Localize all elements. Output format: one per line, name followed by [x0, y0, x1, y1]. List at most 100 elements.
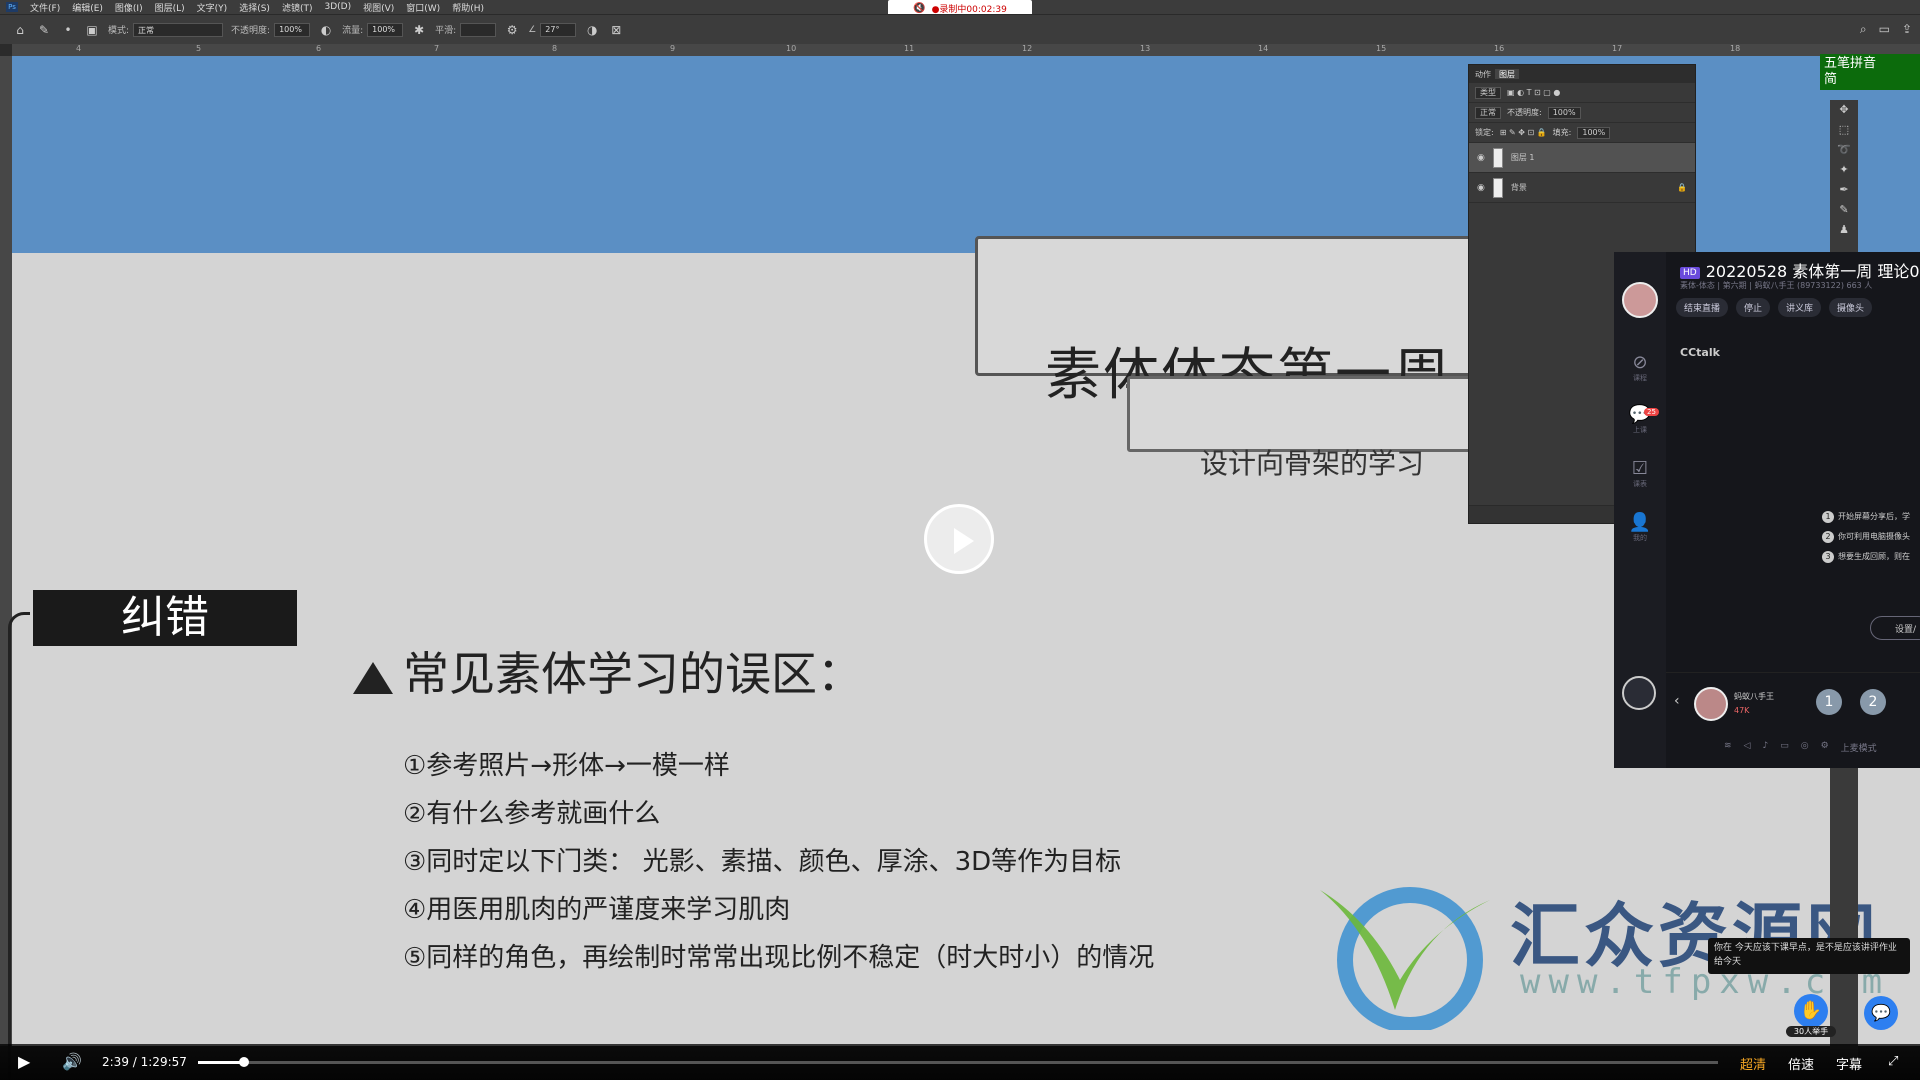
mic-mode-label[interactable]: 上麦模式: [1841, 741, 1877, 754]
fill-label: 填充:: [1552, 128, 1572, 137]
eye-icon[interactable]: ◉: [1477, 153, 1485, 163]
fill-input[interactable]: 100%: [1577, 126, 1611, 139]
share-icon[interactable]: ⇪: [1902, 22, 1912, 37]
brush-tool-icon[interactable]: ✎: [1830, 200, 1858, 220]
progress-bar[interactable]: [198, 1057, 1718, 1067]
menu-help[interactable]: 帮助(H): [446, 1, 490, 14]
play-overlay-button[interactable]: [924, 504, 994, 574]
menu-filter[interactable]: 滤镜(T): [276, 1, 319, 14]
camera-button[interactable]: 摄像头: [1829, 298, 1873, 317]
fullscreen-icon[interactable]: ⤢: [1888, 1054, 1898, 1069]
raise-hand-button[interactable]: ✋ 30人举手: [1786, 994, 1836, 1037]
opacity-input[interactable]: 100%: [274, 22, 311, 37]
menu-file[interactable]: 文件(F): [24, 1, 66, 14]
mode-label: 模式:: [108, 26, 130, 36]
sidebar-item-schedule[interactable]: ☑ 课表: [1624, 458, 1656, 492]
layer-row[interactable]: ◉ 背景 🔒: [1469, 173, 1695, 203]
tab-layers[interactable]: 图层: [1495, 69, 1519, 79]
lock-icons[interactable]: ⊞ ✎ ✥ ⊡ 🔒: [1500, 128, 1547, 137]
stop-button[interactable]: 停止: [1736, 298, 1771, 317]
subtitles-button[interactable]: 字幕: [1836, 1054, 1862, 1073]
handouts-button[interactable]: 讲义库: [1778, 298, 1822, 317]
speaker-icon[interactable]: ◁: [1744, 741, 1751, 754]
airbrush-icon[interactable]: ✱: [411, 22, 427, 38]
search-icon[interactable]: ⌕: [1860, 22, 1867, 37]
ime-indicator[interactable]: 五笔拼音 简: [1820, 54, 1920, 90]
end-live-button[interactable]: 结束直播: [1676, 298, 1729, 317]
marquee-tool-icon[interactable]: ⬚: [1830, 120, 1858, 140]
chat-bubble-icon[interactable]: 💬: [1864, 996, 1898, 1030]
stamp-tool-icon[interactable]: ♟: [1830, 220, 1858, 240]
menu-type[interactable]: 文字(Y): [191, 1, 234, 14]
smoothing-input[interactable]: [460, 22, 497, 37]
blend-mode-select[interactable]: 正常: [1475, 106, 1501, 119]
eye-icon[interactable]: ◉: [1477, 183, 1485, 193]
seat-2-button[interactable]: 2: [1860, 689, 1886, 715]
sidebar-label: 上课: [1633, 426, 1647, 434]
gear-icon[interactable]: ⚙: [504, 22, 520, 38]
lasso-tool-icon[interactable]: ➰: [1830, 140, 1858, 160]
wifi-icon[interactable]: ≋: [1724, 741, 1732, 754]
blend-row: 正常 不透明度: 100%: [1469, 103, 1695, 123]
settings-button[interactable]: 设置/: [1870, 616, 1920, 640]
layer-opacity-input[interactable]: 100%: [1547, 106, 1581, 119]
play-icon[interactable]: ▶: [18, 1052, 30, 1071]
brush-settings-icon[interactable]: ▣: [84, 22, 100, 38]
ruler-mark: 4: [76, 44, 82, 53]
menu-3d[interactable]: 3D(D): [318, 2, 357, 12]
avatar[interactable]: [1622, 282, 1658, 318]
triangle-icon: [353, 661, 393, 694]
menu-image[interactable]: 图像(I): [109, 1, 149, 14]
brush-preset-icon[interactable]: •: [60, 22, 76, 38]
magic-wand-icon[interactable]: ✦: [1830, 160, 1858, 180]
avatar[interactable]: [1694, 687, 1728, 721]
cctalk-label: CCtalk: [1680, 346, 1720, 359]
flow-input[interactable]: 100%: [367, 22, 404, 37]
symmetry-icon[interactable]: ⊠: [608, 22, 624, 38]
menu-view[interactable]: 视图(V): [357, 1, 400, 14]
layer-row[interactable]: ◉ 图层 1: [1469, 143, 1695, 173]
workspace-icon[interactable]: ▭: [1879, 22, 1890, 37]
ruler-mark: 18: [1730, 44, 1741, 53]
speed-button[interactable]: 倍速: [1788, 1054, 1814, 1073]
ruler-mark: 9: [670, 44, 676, 53]
sidebar-item-course[interactable]: ⊘ 课程: [1624, 352, 1656, 386]
raise-hand-label: 30人举手: [1786, 1026, 1836, 1037]
tab-actions[interactable]: 动作: [1475, 69, 1491, 79]
angle-input[interactable]: 27°: [540, 22, 577, 37]
mode-select[interactable]: 正常: [133, 22, 224, 37]
layer-name: 背景: [1510, 183, 1527, 192]
chevron-left-icon[interactable]: ‹: [1674, 693, 1680, 709]
cctalk-bottom: ‹ 蚂蚁八手王 47K 1 2 ≋ ◁ ♪ ▭ ◎ ⚙ 上麦模式: [1666, 672, 1920, 768]
sidebar-item-profile[interactable]: 👤 我的: [1624, 512, 1656, 546]
gear-icon[interactable]: ⚙: [1821, 741, 1829, 754]
brush-tool-icon[interactable]: ✎: [36, 22, 52, 38]
screen-icon[interactable]: ▭: [1780, 741, 1789, 754]
layer-filter-select[interactable]: 类型: [1475, 86, 1501, 99]
stats-button[interactable]: [1622, 676, 1656, 710]
menu-window[interactable]: 窗口(W): [400, 1, 446, 14]
menu-layer[interactable]: 图层(L): [149, 1, 191, 14]
flow-field: 流量: 100%: [342, 22, 404, 37]
record-icon[interactable]: ◎: [1801, 741, 1809, 754]
seat-1-button[interactable]: 1: [1816, 689, 1842, 715]
mic-icon[interactable]: ♪: [1762, 741, 1768, 754]
home-icon[interactable]: ⌂: [12, 22, 28, 38]
quality-button[interactable]: 超清: [1740, 1054, 1766, 1073]
volume-icon[interactable]: 🔊: [62, 1052, 82, 1071]
sidebar-label: 课程: [1633, 374, 1647, 382]
eyedropper-icon[interactable]: ✒: [1830, 180, 1858, 200]
progress-knob[interactable]: [238, 1057, 249, 1067]
slide-subtitle: 设计向骨架的学习: [1200, 447, 1425, 480]
slide-heading: 常见素体学习的误区：: [353, 638, 863, 704]
mute-icon: 🔇: [913, 2, 926, 14]
pressure-size-icon[interactable]: ◑: [584, 22, 600, 38]
opacity-label: 不透明度:: [231, 26, 271, 36]
sidebar-label: 我的: [1633, 534, 1647, 542]
move-tool-icon[interactable]: ✥: [1830, 100, 1858, 120]
pressure-opacity-icon[interactable]: ◐: [318, 22, 334, 38]
menu-select[interactable]: 选择(S): [233, 1, 276, 14]
ruler-mark: 15: [1376, 44, 1387, 53]
options-right-icons: ⌕ ▭ ⇪: [1860, 22, 1912, 37]
menu-edit[interactable]: 编辑(E): [66, 1, 109, 14]
